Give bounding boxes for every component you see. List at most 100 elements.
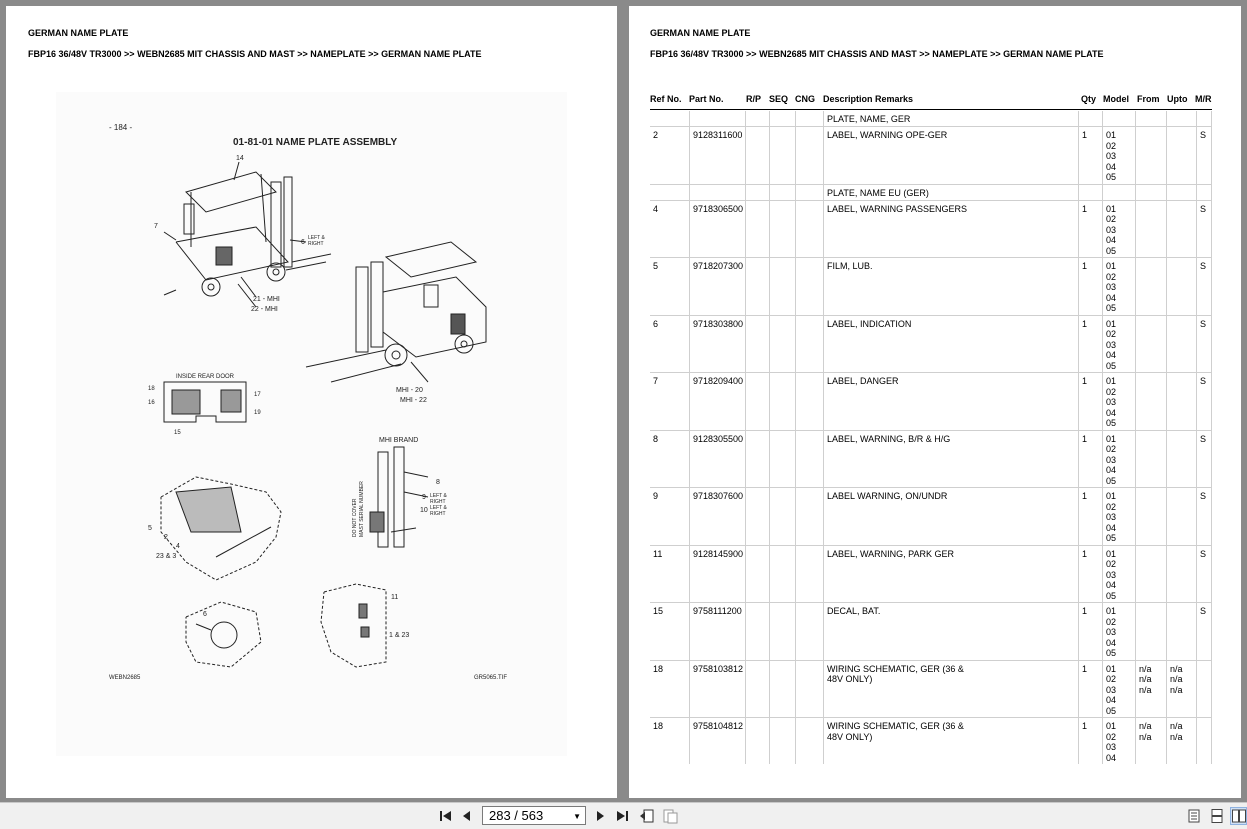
- next-page-icon[interactable]: [591, 807, 609, 825]
- cell-model-line: 01: [1106, 491, 1117, 501]
- callout-2: 2: [164, 534, 168, 541]
- previous-page-icon[interactable]: [458, 807, 476, 825]
- cell-model: 0102030405: [1102, 430, 1135, 487]
- parts-table-header: Ref No. Part No. R/P SEQ CNG Description…: [650, 94, 1212, 110]
- cell-description-line: FILM, LUB.: [827, 261, 873, 271]
- cell-mr: S: [1196, 545, 1212, 602]
- cell-model-line: 01: [1106, 318, 1117, 329]
- cell-description-line: LABEL, DANGER: [827, 376, 899, 386]
- page-number-select[interactable]: 283 / 563 ▼: [482, 806, 586, 825]
- cell-model-line: 01: [1106, 130, 1117, 140]
- cell-part-no: [689, 184, 745, 200]
- cell-description: LABEL, WARNING OPE-GER: [823, 127, 1078, 184]
- cell-seq: [769, 660, 795, 717]
- cell-description: PLATE, NAME EU (GER): [823, 184, 1078, 200]
- cell-description-line: PLATE, NAME EU (GER): [827, 187, 929, 198]
- cell-rp: [745, 545, 769, 602]
- cell-model-line: 04: [1106, 580, 1117, 590]
- cell-rp: [745, 258, 769, 315]
- cell-ref-no: 18: [653, 721, 664, 731]
- cell-ref-no: 4: [653, 203, 659, 214]
- column-from: From: [1137, 94, 1160, 104]
- callout-7: 7: [154, 223, 158, 230]
- cell-model-line: 05: [1106, 533, 1117, 543]
- first-page-icon[interactable]: [437, 807, 455, 825]
- callout-22-mhi: 22 - MHI: [251, 306, 278, 313]
- cell-model: 0102030405: [1102, 127, 1135, 184]
- cell-description: LABEL, DANGER: [823, 373, 1078, 430]
- cell-ref-no: 9: [653, 491, 659, 501]
- callout-1-and-23: 1 & 23: [389, 632, 409, 639]
- cell-rp: [745, 200, 769, 257]
- callout-18: 18: [148, 386, 155, 392]
- cell-rp: [745, 430, 769, 487]
- chevron-down-icon: ▼: [573, 812, 581, 821]
- cell-from: [1135, 111, 1166, 126]
- cell-model-line: 03: [1106, 512, 1117, 522]
- cell-model-line: 01: [1106, 433, 1117, 444]
- callout-19: 19: [254, 410, 261, 416]
- cell-model-line: 04: [1106, 465, 1117, 475]
- cell-model-line: 04: [1106, 752, 1117, 763]
- cell-upto: [1166, 111, 1196, 126]
- cell-model-line: 01: [1106, 376, 1117, 386]
- cell-rp: [745, 184, 769, 200]
- callout-mhi-20: MHI - 20: [396, 387, 423, 394]
- page-title: GERMAN NAME PLATE: [650, 28, 751, 38]
- steering-detail-drawing: [185, 601, 262, 668]
- callout-10-left-right-2: RIGHT: [430, 511, 446, 517]
- cell-model-line: 05: [1106, 648, 1117, 658]
- cell-rp: [745, 718, 769, 764]
- diagram-drawing: - 184 - 01-81-01 NAME PLATE ASSEMBLY 14 …: [109, 123, 507, 681]
- column-mr: M/R: [1195, 94, 1212, 104]
- cell-model-line: 04: [1106, 637, 1117, 648]
- cell-seq: [769, 315, 795, 372]
- cell-model-line: 01: [1106, 203, 1117, 214]
- left-document-page: GERMAN NAME PLATE FBP16 36/48V TR3000 >>…: [6, 6, 617, 798]
- continuous-view-icon[interactable]: [1208, 807, 1226, 825]
- cell-upto-line: n/a: [1170, 663, 1183, 674]
- cell-model-line: 05: [1106, 245, 1117, 256]
- single-page-view-icon[interactable]: [1185, 807, 1203, 825]
- cell-mr: S: [1196, 200, 1212, 257]
- cell-description-line: LABEL, WARNING, PARK GER: [827, 548, 955, 559]
- cell-seq: [769, 603, 795, 660]
- callout-left-right-label-2: RIGHT: [308, 241, 324, 247]
- cell-qty: 1: [1078, 258, 1102, 315]
- parts-table: PLATE, NAME, GER 2 9128311600 LABEL, WARNIN…: [650, 111, 1212, 764]
- cell-model: 0102030405: [1102, 603, 1135, 660]
- go-forward-icon[interactable]: [661, 807, 679, 825]
- cell-from-line: n/a: [1139, 731, 1152, 742]
- cell-part-no: 9758103812: [689, 660, 745, 717]
- cell-description: LABEL, WARNING, B/R & H/G: [823, 430, 1078, 487]
- facing-pages-view-icon[interactable]: [1230, 807, 1247, 825]
- callout-5: 5: [148, 525, 152, 532]
- cell-from: [1135, 373, 1166, 430]
- cell-model-line: 05: [1106, 705, 1117, 716]
- cell-model-line: 05: [1106, 418, 1117, 428]
- mast-serial-number-label: MAST SERIAL NUMBER: [359, 481, 365, 537]
- callout-9: 9: [422, 494, 426, 501]
- breadcrumb: FBP16 36/48V TR3000 >> WEBN2685 MIT CHAS…: [28, 49, 482, 59]
- cell-model-line: 03: [1106, 627, 1117, 637]
- cell-model-line: 01: [1106, 663, 1117, 674]
- do-not-cover-label: DO NOT COVER: [352, 498, 358, 537]
- cell-model-line: 05: [1106, 172, 1117, 182]
- last-page-icon[interactable]: [613, 807, 631, 825]
- cell-from: [1135, 127, 1166, 184]
- go-back-icon[interactable]: [638, 807, 656, 825]
- cell-cng: [795, 184, 823, 200]
- cell-model-line: 03: [1106, 569, 1117, 580]
- cell-model-line: 03: [1106, 684, 1117, 695]
- cell-description: LABEL, WARNING, PARK GER: [823, 545, 1078, 602]
- cell-from: [1135, 200, 1166, 257]
- cell-part-no: [689, 111, 745, 126]
- cell-description-line: LABEL, WARNING, B/R & H/G: [827, 433, 951, 444]
- cell-description-line: LABEL, INDICATION: [827, 318, 912, 329]
- cell-description: PLATE, NAME, GER: [823, 111, 1078, 126]
- cell-model-line: 05: [1106, 590, 1117, 601]
- cell-mr: S: [1196, 488, 1212, 545]
- callout-15: 15: [174, 430, 181, 436]
- table-row: 2 9128311600 LABEL, WARNING OPE-GER 1 01 02 03…: [650, 127, 1212, 185]
- callout-8: 8: [436, 479, 440, 486]
